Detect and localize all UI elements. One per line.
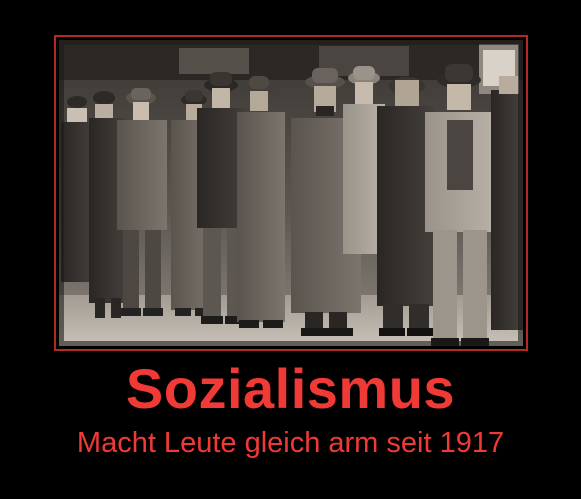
photo-frame [54,35,528,351]
poster-title: Sozialismus [125,357,456,420]
motivational-poster: Sozialismus Macht Leute gleich arm seit … [0,0,581,499]
historical-photo [59,40,523,346]
poster-subtitle: Macht Leute gleich arm seit 1917 [76,427,505,459]
